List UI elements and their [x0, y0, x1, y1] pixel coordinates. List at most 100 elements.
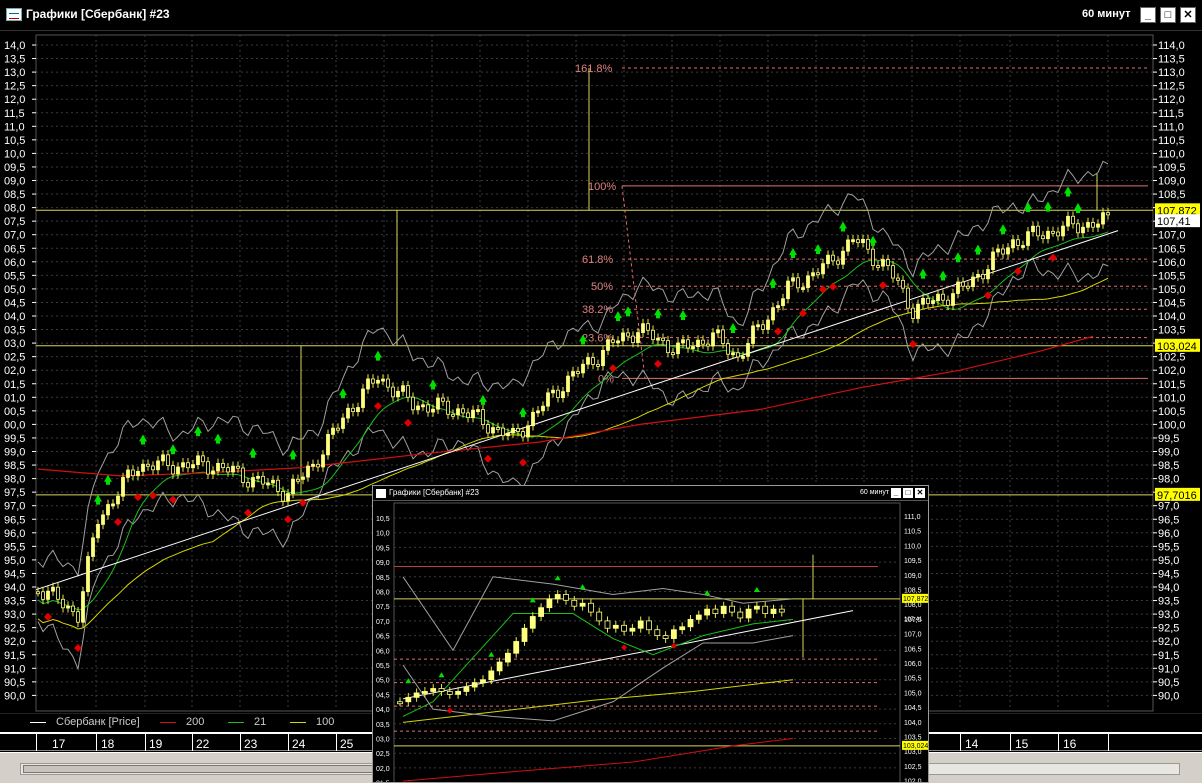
popup-candle-body	[554, 594, 561, 600]
popup-interval[interactable]: 60 минут	[860, 489, 889, 496]
candle-body	[566, 375, 570, 393]
candle-body	[806, 275, 810, 288]
candle-body	[976, 274, 980, 278]
maximize-button[interactable]: □	[1160, 7, 1176, 23]
day-tick	[1108, 734, 1109, 751]
candle-body	[636, 332, 640, 343]
close-button[interactable]: ✕	[1180, 7, 1196, 23]
price-label-right: 97,0	[1158, 501, 1179, 513]
price-label-right: 94,5	[1158, 568, 1179, 580]
price-label-left: 02,0	[4, 365, 25, 377]
price-label-left: 98,0	[4, 474, 25, 486]
price-label-left: 10,5	[4, 135, 25, 147]
price-label-left: 98,5	[4, 460, 25, 472]
popup-price-label-right: 109,0	[904, 573, 922, 580]
popup-candle-body	[712, 608, 719, 614]
popup-candle-body	[604, 620, 611, 629]
candle-body	[621, 332, 625, 342]
candle-body	[1101, 212, 1105, 225]
candle-body	[426, 404, 430, 413]
popup-price-label-right: 106,0	[904, 661, 922, 668]
price-label-right: 96,0	[1158, 528, 1179, 540]
popup-candle-body	[745, 608, 752, 619]
candle-body	[851, 239, 855, 243]
candle-body	[151, 465, 155, 471]
candle-body	[1031, 225, 1035, 233]
popup-maximize-button[interactable]: □	[903, 488, 913, 498]
day-label-18: 18	[101, 737, 115, 751]
popup-candle-body	[687, 619, 694, 628]
candle-body	[701, 339, 705, 345]
candle-body	[956, 281, 960, 294]
popup-price-label-left: 02,5	[376, 751, 390, 758]
price-label-right: 105,0	[1158, 284, 1186, 296]
candle-body	[186, 462, 190, 469]
day-tick	[1010, 734, 1011, 751]
popup-price-label-right: 107,0	[904, 632, 922, 639]
scroll-thumb[interactable]	[23, 765, 383, 773]
popup-chart-svg[interactable]: 10,5 10,0 09,5 09,0 08,5 08,0 07,5 07,0 06,5 06,0…	[373, 501, 929, 783]
minimize-button[interactable]: _	[1140, 7, 1156, 23]
candle-body	[776, 305, 780, 309]
popup-price-label-right: 105,5	[904, 676, 922, 683]
day-tick	[145, 734, 146, 751]
popup-price-label-right: 105,0	[904, 690, 922, 697]
candle-body	[1041, 235, 1045, 240]
popup-price-label-left: 08,0	[376, 590, 390, 597]
candle-body	[306, 465, 310, 478]
interval-label[interactable]: 60 минут	[1082, 8, 1130, 20]
popup-price-label-right: 108,5	[904, 588, 922, 595]
window-title: Графики [Сбербанк] #23	[26, 7, 170, 21]
chart-app-icon	[6, 8, 22, 21]
candle-body	[986, 269, 990, 280]
window-titlebar[interactable]: Графики [Сбербанк] #23 60 минут _ □ ✕	[0, 0, 1202, 30]
popup-titlebar[interactable]: Графики [Сбербанк] #23 60 минут _ □ ✕	[373, 486, 928, 501]
candle-body	[721, 329, 725, 344]
price-label-right: 91,5	[1158, 650, 1179, 662]
candle-body	[691, 346, 695, 350]
popup-minimize-button[interactable]: _	[891, 488, 901, 498]
price-label-left: 04,5	[4, 297, 25, 309]
price-label-left: 01,0	[4, 392, 25, 404]
candle-body	[821, 263, 825, 275]
popup-price-label-left: 09,5	[376, 545, 390, 552]
candle-body	[871, 248, 875, 266]
popup-candle-body	[397, 701, 403, 705]
candle-body	[866, 238, 870, 250]
popup-chart-window[interactable]: Графики [Сбербанк] #23 60 минут _ □ ✕ 10…	[372, 485, 929, 783]
popup-candle-body	[430, 688, 437, 692]
candle-body	[761, 324, 765, 330]
popup-candle-body	[596, 611, 603, 622]
popup-price-label-left: 07,0	[376, 619, 390, 626]
popup-candle-body	[480, 679, 486, 684]
candle-body	[371, 378, 375, 384]
candle-body	[236, 465, 240, 469]
candle-body	[716, 329, 720, 334]
candle-body	[311, 463, 315, 467]
candle-body	[796, 277, 800, 289]
candle-body	[966, 285, 970, 289]
price-label-right: 103,5	[1158, 325, 1186, 337]
candle-body	[1081, 226, 1085, 234]
candle-body	[671, 352, 675, 356]
price-label-left: 05,0	[4, 284, 25, 296]
candle-body	[331, 427, 335, 435]
day-label-19: 19	[149, 737, 163, 751]
day-label-24: 24	[292, 737, 306, 751]
price-label-left: 91,5	[4, 650, 25, 662]
candle-body	[886, 259, 890, 267]
popup-price-label-left: 02,0	[376, 766, 390, 773]
popup-close-button[interactable]: ✕	[915, 488, 925, 498]
popup-candle-body	[529, 616, 536, 629]
candle-body	[161, 454, 165, 462]
popup-candle-body	[753, 605, 760, 610]
candle-body	[731, 352, 735, 356]
popup-candle-body	[762, 605, 769, 614]
candle-body	[1051, 230, 1055, 234]
legend-ma200-label: 200	[186, 716, 205, 728]
popup-price-label-left: 10,0	[376, 531, 390, 538]
price-label-left: 94,5	[4, 568, 25, 580]
candle-body	[446, 400, 450, 415]
price-tag-text: 97,7016	[1157, 490, 1197, 502]
candle-body	[181, 462, 185, 468]
